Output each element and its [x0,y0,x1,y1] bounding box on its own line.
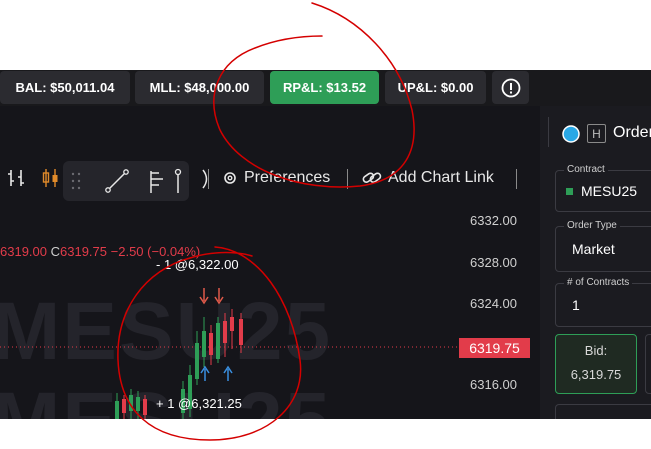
current-price-label: 6319.75 [459,338,530,358]
ohlc-bars-icon[interactable] [6,167,28,189]
order-panel-title: Order [613,124,651,141]
balance-stat: BAL: $50,011.04 [0,71,130,104]
buy-execution-label: + 1 @6,321.25 [156,396,242,411]
alert-icon [501,78,520,97]
link-icon [362,172,382,183]
price-tick: 6332.00 [470,213,517,228]
panel-divider [548,117,549,147]
price-tick: 6316.00 [470,377,517,392]
gear-icon [224,172,236,184]
ohlc-close-label: C [50,244,61,259]
hotkey-icon[interactable]: H [587,124,606,143]
order-type-select[interactable]: Order Type Market [555,220,651,272]
drag-handle-icon[interactable] [71,171,81,191]
status-dot-icon [562,125,580,143]
add-chart-link-label: Add Chart Link [388,169,494,186]
realized-pnl-stat: RP&L: $13.52 [270,71,379,104]
contract-value: MESU25 [581,183,638,199]
drawing-toolbar [63,161,189,201]
next-field[interactable] [555,404,651,419]
pin-tool-icon[interactable] [171,167,185,195]
toolbar-separator [516,169,517,189]
trendline-icon[interactable] [103,167,131,195]
order-panel-top [540,106,651,117]
preferences-button[interactable]: Preferences [222,169,330,187]
contract-status-dot [566,188,573,195]
bid-button[interactable]: Bid: 6,319.75 [555,334,637,394]
add-chart-link-button[interactable]: Add Chart Link [362,169,494,187]
price-tick: 6328.00 [470,255,517,270]
order-type-label: Order Type [564,220,620,231]
toolbar-separator [347,169,348,189]
preferences-label: Preferences [244,169,331,186]
ohlc-low: 6319.00 [0,244,47,259]
contract-field[interactable]: Contract MESU25 [555,164,651,212]
contracts-value: 1 [572,297,580,313]
sell-execution-label: - 1 @6,322.00 [156,257,239,272]
bid-value: 6,319.75 [570,367,622,382]
account-stats-bar: BAL: $50,011.04 MLL: $48,000.00 RP&L: $1… [0,70,651,106]
balance-value: BAL: $50,011.04 [15,80,115,95]
mll-stat: MLL: $48,000.00 [135,71,264,104]
sell-markers [199,288,224,305]
contracts-quantity-field[interactable]: # of Contracts 1 [555,277,651,327]
contracts-label: # of Contracts [564,277,633,288]
alert-button[interactable] [492,71,529,104]
contract-label: Contract [564,164,608,175]
price-tick: 6324.00 [470,296,517,311]
bracket-icon [202,169,208,189]
ohlc-close: 6319.75 [60,244,108,259]
unrealized-pnl-value: UP&L: $0.00 [397,80,474,95]
ask-button[interactable] [645,334,651,394]
bid-label: Bid: [584,343,608,358]
unrealized-pnl-stat: UP&L: $0.00 [385,71,486,104]
toolbar-overflow[interactable] [200,168,214,190]
chart-header-strip [0,106,540,117]
fib-tool-icon[interactable] [147,167,169,195]
candlestick-icon[interactable] [40,167,62,189]
realized-pnl-value: RP&L: $13.52 [282,80,367,95]
mll-value: MLL: $48,000.00 [149,80,250,95]
order-type-value: Market [572,241,615,257]
buy-markers [200,365,233,381]
